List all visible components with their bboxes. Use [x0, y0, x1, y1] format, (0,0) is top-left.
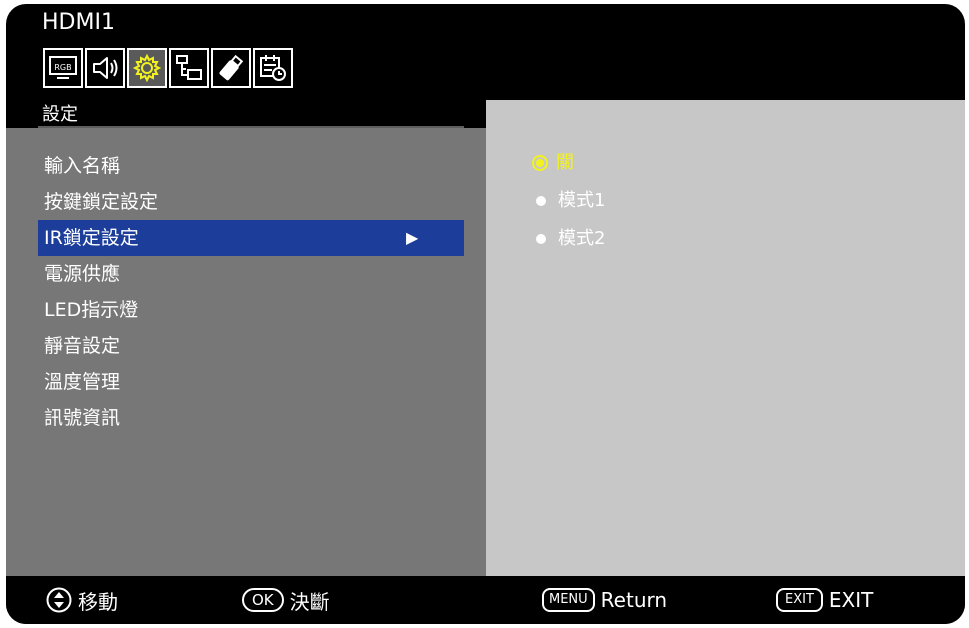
radio-dot-icon: [532, 230, 550, 248]
radio-selected-icon: [532, 155, 548, 171]
menu-item-label: 訊號資訊: [44, 407, 121, 429]
option-label: 模式2: [558, 228, 606, 249]
footer-hints: 移動 OK 決斷 MENU Return EXIT EXIT: [6, 576, 965, 624]
network-icon: [176, 55, 202, 80]
menu-item-label: 溫度管理: [44, 371, 121, 393]
menu-item-label: 輸入名稱: [44, 155, 121, 177]
menu-title-text: 設定: [42, 104, 78, 125]
menu-key[interactable]: MENU: [542, 588, 595, 612]
dpad-up-down-icon: [46, 587, 72, 613]
tab-rgb[interactable]: RGB: [43, 48, 83, 88]
menu-item-label: 靜音設定: [44, 335, 121, 357]
submenu-arrow-icon: ▶: [406, 228, 419, 247]
menu-tab-bar: RGB: [43, 48, 295, 92]
ok-label: 決斷: [289, 589, 330, 614]
monitor-rgb-icon: RGB: [49, 56, 77, 79]
menu-item-label: 按鍵鎖定設定: [44, 191, 159, 213]
move-label: 移動: [78, 589, 118, 614]
menu-item-temperature[interactable]: 溫度管理: [38, 364, 464, 400]
input-source-title: HDMI1: [42, 10, 115, 35]
return-label: Return: [600, 588, 668, 612]
option-item[interactable]: 模式1: [532, 182, 605, 220]
menu-item-label: 電源供應: [44, 263, 121, 285]
tab-audio[interactable]: [85, 48, 125, 88]
gear-icon: [132, 53, 162, 83]
tab-network[interactable]: [169, 48, 209, 88]
menu-list: 輸入名稱 按鍵鎖定設定 IR鎖定設定 ▶ 電源供應 LED指示燈 靜音設定 溫度…: [38, 148, 464, 436]
tab-setup[interactable]: [127, 48, 167, 88]
hint-exit: EXIT EXIT: [776, 586, 873, 614]
menu-item-label: IR鎖定設定: [44, 227, 139, 249]
calendar-clock-icon: [260, 55, 286, 81]
exit-key[interactable]: EXIT: [776, 588, 823, 612]
rgb-tab-label: RGB: [54, 63, 71, 72]
osd-window: HDMI1 RGB 設定 關 模式1 模式2 輸入名稱 按鍵鎖定設定 IR鎖定設…: [6, 4, 965, 624]
option-label: 關: [556, 152, 574, 173]
usb-drive-icon: [219, 54, 244, 81]
option-label: 模式1: [558, 190, 606, 211]
speaker-icon: [93, 57, 118, 79]
menu-item-mute[interactable]: 靜音設定: [38, 328, 464, 364]
menu-item-input-name[interactable]: 輸入名稱: [38, 148, 464, 184]
menu-item-signal-info[interactable]: 訊號資訊: [38, 400, 464, 436]
menu-title: 設定: [38, 102, 464, 128]
radio-dot-icon: [532, 192, 550, 210]
option-item[interactable]: 關: [532, 144, 605, 182]
hint-ok: OK 決斷: [242, 586, 330, 614]
menu-item-led[interactable]: LED指示燈: [38, 292, 464, 328]
exit-label: EXIT: [828, 588, 874, 612]
menu-item-power[interactable]: 電源供應: [38, 256, 464, 292]
tab-schedule[interactable]: [253, 48, 293, 88]
option-item[interactable]: 模式2: [532, 220, 605, 258]
hint-return: MENU Return: [542, 586, 667, 614]
ok-key[interactable]: OK: [242, 588, 284, 612]
options-panel: 關 模式1 模式2: [486, 100, 965, 576]
hint-move: 移動: [46, 586, 118, 614]
menu-item-ir-lock[interactable]: IR鎖定設定 ▶: [38, 220, 464, 256]
tab-protect[interactable]: [211, 48, 251, 88]
option-list: 關 模式1 模式2: [532, 144, 605, 258]
menu-panel: 輸入名稱 按鍵鎖定設定 IR鎖定設定 ▶ 電源供應 LED指示燈 靜音設定 溫度…: [6, 128, 486, 576]
menu-item-label: LED指示燈: [44, 299, 139, 321]
menu-item-key-lock[interactable]: 按鍵鎖定設定: [38, 184, 464, 220]
